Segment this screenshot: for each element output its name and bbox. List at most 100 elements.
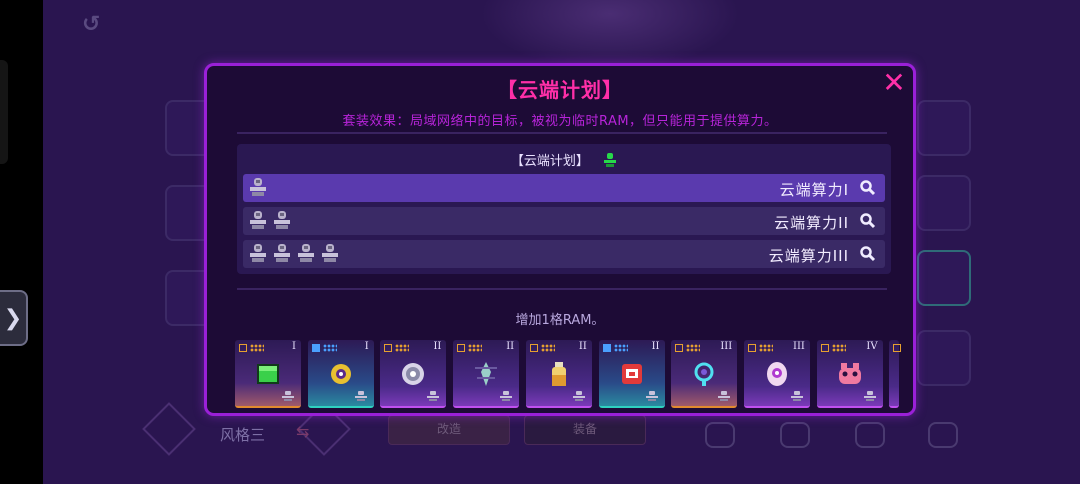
set-piece-icon bbox=[500, 391, 513, 401]
item-grid-icon bbox=[250, 344, 264, 352]
set-piece-icon bbox=[249, 210, 267, 234]
item-type-tag bbox=[529, 344, 538, 352]
item-strip: I I II II II II III III IV bbox=[235, 340, 901, 412]
background-slot bbox=[917, 100, 971, 156]
back-icon[interactable]: ↺ bbox=[82, 12, 100, 37]
background-slot bbox=[917, 330, 971, 386]
red-chip-icon bbox=[621, 364, 642, 384]
tier-pips bbox=[249, 210, 291, 234]
set-piece-icon bbox=[354, 391, 367, 401]
item-tier: III bbox=[720, 341, 733, 352]
set-piece-icon bbox=[273, 243, 291, 267]
item-tier: III bbox=[793, 341, 805, 352]
equip-button[interactable]: 装备 bbox=[524, 415, 646, 445]
item-type-tag bbox=[820, 344, 829, 352]
close-button[interactable]: ✕ bbox=[881, 69, 907, 97]
item-card[interactable]: I bbox=[307, 340, 374, 408]
green-cube-icon bbox=[257, 364, 279, 384]
set-piece-icon bbox=[572, 391, 585, 401]
set-piece-icon bbox=[282, 391, 294, 401]
item-card[interactable]: II bbox=[598, 340, 665, 408]
item-type-tag bbox=[747, 344, 756, 352]
background-icon bbox=[705, 422, 735, 448]
set-effect-text: 套装效果：局域网络中的目标，被视为临时RAM，但只能用于提供算力。 bbox=[342, 114, 778, 129]
item-tier: IV bbox=[866, 341, 878, 352]
tier-panel: 【云端计划】 云端算力I 云端算力II 云端算力III bbox=[237, 144, 891, 274]
tier-header-label: 【云端计划】 bbox=[510, 154, 589, 169]
antenna-crystal-icon bbox=[475, 362, 498, 386]
item-grid-icon bbox=[831, 344, 846, 352]
character-backdrop bbox=[480, 0, 740, 70]
tier-row-1[interactable]: 云端算力I bbox=[243, 174, 885, 202]
set-piece-icon bbox=[249, 177, 267, 201]
item-grid-icon bbox=[322, 344, 337, 352]
item-card[interactable]: I bbox=[235, 340, 301, 408]
white-orb-icon bbox=[402, 363, 425, 385]
tier-pips bbox=[249, 243, 339, 267]
background-icon bbox=[928, 422, 958, 448]
expand-panel-button[interactable]: ❯ bbox=[0, 290, 28, 346]
set-piece-icon bbox=[321, 243, 339, 267]
tier-pips bbox=[249, 177, 267, 201]
item-tier: II bbox=[506, 341, 515, 352]
background-slot bbox=[917, 250, 971, 306]
item-type-tag bbox=[457, 344, 466, 352]
tier-row-2[interactable]: 云端算力II bbox=[243, 207, 885, 235]
set-piece-icon bbox=[790, 391, 803, 401]
pink-capsule-icon bbox=[766, 362, 787, 386]
magnifier-icon[interactable] bbox=[859, 245, 877, 263]
cyan-coil-icon bbox=[694, 362, 714, 386]
divider bbox=[237, 288, 887, 290]
magnifier-icon[interactable] bbox=[859, 212, 877, 230]
item-grid-icon bbox=[613, 344, 628, 352]
set-piece-icon bbox=[718, 391, 731, 401]
item-grid-icon bbox=[758, 344, 773, 352]
item-card[interactable]: II bbox=[525, 340, 592, 408]
item-card[interactable]: III bbox=[743, 340, 810, 408]
pink-creature-icon bbox=[838, 363, 861, 384]
set-piece-icon bbox=[427, 391, 440, 401]
tier-row-3[interactable]: 云端算力III bbox=[243, 240, 885, 268]
set-piece-icon bbox=[297, 243, 315, 267]
tier-name: 云端算力II bbox=[774, 214, 849, 232]
magnifier-icon[interactable] bbox=[859, 179, 877, 197]
item-type-tag bbox=[893, 344, 901, 352]
set-piece-icon bbox=[645, 391, 658, 401]
item-card[interactable]: II bbox=[453, 340, 520, 408]
potion-bottle-icon bbox=[551, 362, 566, 386]
background-icon bbox=[780, 422, 810, 448]
item-card-partial[interactable] bbox=[889, 340, 901, 408]
item-tier: II bbox=[651, 341, 660, 352]
item-type-tag bbox=[602, 344, 611, 352]
item-type-tag bbox=[239, 344, 247, 352]
item-card[interactable]: II bbox=[380, 340, 447, 408]
yellow-eye-drone-icon bbox=[330, 364, 351, 384]
item-tier: II bbox=[578, 341, 587, 352]
modify-button[interactable]: 改造 bbox=[388, 415, 510, 445]
set-piece-icon bbox=[249, 243, 267, 267]
item-grid-icon bbox=[468, 344, 483, 352]
item-tier: I bbox=[364, 341, 369, 352]
item-type-tag bbox=[384, 344, 393, 352]
chevron-right-icon: ❯ bbox=[3, 305, 23, 331]
set-piece-icon bbox=[273, 210, 291, 234]
item-type-tag bbox=[675, 344, 684, 352]
item-tier: II bbox=[433, 341, 442, 352]
item-tier: I bbox=[292, 341, 296, 352]
divider bbox=[237, 132, 887, 134]
set-active-icon bbox=[604, 153, 617, 167]
tier-description: 增加1格RAM。 bbox=[515, 313, 605, 328]
style-label: 风格三 bbox=[220, 426, 266, 444]
item-card[interactable]: IV bbox=[816, 340, 883, 408]
set-detail-dialog: 【云端计划】 ✕ 套装效果：局域网络中的目标，被视为临时RAM，但只能用于提供算… bbox=[204, 63, 916, 416]
tier-name: 云端算力III bbox=[768, 247, 849, 265]
background-slot bbox=[917, 175, 971, 231]
set-piece-icon bbox=[863, 391, 876, 401]
tier-name: 云端算力I bbox=[779, 181, 849, 199]
dialog-title: 【云端计划】 bbox=[497, 78, 623, 102]
tier-header: 【云端计划】 bbox=[237, 150, 891, 170]
item-grid-icon bbox=[540, 344, 555, 352]
item-grid-icon bbox=[686, 344, 701, 352]
swap-icon[interactable]: ⇆ bbox=[296, 422, 309, 441]
item-card[interactable]: III bbox=[671, 340, 738, 408]
